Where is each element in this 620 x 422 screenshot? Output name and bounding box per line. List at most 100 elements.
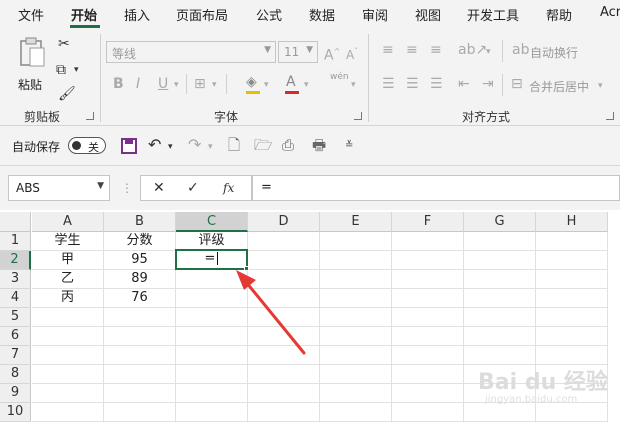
copy-dropdown-icon[interactable]: ▾: [74, 62, 79, 78]
cell-f10[interactable]: [392, 403, 464, 422]
cell-d5[interactable]: [248, 308, 320, 327]
cell-g5[interactable]: [464, 308, 536, 327]
name-box[interactable]: ABS ▼: [8, 175, 110, 201]
bold-button[interactable]: B: [113, 76, 124, 92]
cell-g2[interactable]: [464, 251, 536, 270]
insert-function-icon[interactable]: fx: [223, 180, 234, 196]
undo-icon[interactable]: ↶: [148, 137, 161, 153]
cell-d7[interactable]: [248, 346, 320, 365]
cell-f5[interactable]: [392, 308, 464, 327]
column-header-c[interactable]: C: [176, 212, 248, 232]
cell-a9[interactable]: [32, 384, 104, 403]
customize-qat-icon[interactable]: ≚: [345, 138, 353, 154]
cell-e8[interactable]: [320, 365, 392, 384]
cell-d6[interactable]: [248, 327, 320, 346]
align-right-icon[interactable]: ☰: [430, 76, 443, 92]
row-header-5[interactable]: 5: [0, 308, 31, 327]
column-header-b[interactable]: B: [104, 212, 176, 232]
cell-d4[interactable]: [248, 289, 320, 308]
cell-b9[interactable]: [104, 384, 176, 403]
cell-d3[interactable]: [248, 270, 320, 289]
cell-f9[interactable]: [392, 384, 464, 403]
increase-indent-icon[interactable]: ⇥: [482, 76, 494, 92]
font-size-combo[interactable]: 11 ▼: [278, 41, 318, 63]
cell-a7[interactable]: [32, 346, 104, 365]
cell-f6[interactable]: [392, 327, 464, 346]
cell-a10[interactable]: [32, 403, 104, 422]
cell-a2[interactable]: 甲: [32, 251, 104, 270]
chevron-down-icon[interactable]: ▾: [304, 77, 309, 93]
cell-h7[interactable]: [536, 346, 608, 365]
cell-a4[interactable]: 丙: [32, 289, 104, 308]
underline-button[interactable]: U: [158, 76, 168, 92]
cell-h4[interactable]: [536, 289, 608, 308]
tab-home[interactable]: 开始: [71, 5, 97, 24]
quick-print-icon[interactable]: 🖶: [312, 137, 326, 153]
cell-h5[interactable]: [536, 308, 608, 327]
cell-b1[interactable]: 分数: [104, 232, 176, 251]
cell-e4[interactable]: [320, 289, 392, 308]
clipboard-launcher-icon[interactable]: [86, 112, 94, 120]
merge-center-button[interactable]: 合并后居中: [529, 78, 589, 95]
row-header-9[interactable]: 9: [0, 384, 31, 403]
align-left-icon[interactable]: ☰: [382, 76, 395, 92]
align-center-icon[interactable]: ☰: [406, 76, 419, 92]
align-bottom-icon[interactable]: ≡: [430, 42, 442, 58]
tab-file[interactable]: 文件: [18, 5, 44, 24]
cell-g4[interactable]: [464, 289, 536, 308]
row-header-1[interactable]: 1: [0, 232, 31, 251]
cell-c7[interactable]: [176, 346, 248, 365]
cell-e10[interactable]: [320, 403, 392, 422]
cell-e3[interactable]: [320, 270, 392, 289]
chevron-down-icon[interactable]: ▾: [598, 78, 603, 94]
format-painter-icon[interactable]: 🖌: [58, 86, 76, 102]
cell-b5[interactable]: [104, 308, 176, 327]
active-cell[interactable]: =: [175, 249, 248, 270]
cell-f4[interactable]: [392, 289, 464, 308]
cell-b10[interactable]: [104, 403, 176, 422]
cell-f2[interactable]: [392, 251, 464, 270]
orientation-icon[interactable]: ab↗: [458, 42, 487, 58]
increase-font-icon[interactable]: A^: [324, 44, 340, 64]
cell-g7[interactable]: [464, 346, 536, 365]
enter-icon[interactable]: ✓: [187, 180, 199, 196]
align-middle-icon[interactable]: ≡: [406, 42, 418, 58]
cell-d8[interactable]: [248, 365, 320, 384]
cell-e1[interactable]: [320, 232, 392, 251]
cell-d10[interactable]: [248, 403, 320, 422]
cell-b4[interactable]: 76: [104, 289, 176, 308]
font-name-combo[interactable]: 等线 ▼: [106, 41, 276, 63]
chevron-down-icon[interactable]: ▾: [264, 77, 269, 93]
tab-data[interactable]: 数据: [309, 5, 335, 24]
copy-icon[interactable]: ⧉: [56, 62, 66, 78]
column-header-h[interactable]: H: [536, 212, 608, 232]
row-header-2[interactable]: 2: [0, 251, 31, 270]
tab-formulas[interactable]: 公式: [256, 5, 282, 24]
chevron-down-icon[interactable]: ▾: [208, 139, 213, 155]
italic-button[interactable]: I: [136, 76, 140, 92]
column-header-e[interactable]: E: [320, 212, 392, 232]
new-file-icon[interactable]: 🗋: [228, 137, 240, 153]
cell-e9[interactable]: [320, 384, 392, 403]
column-header-d[interactable]: D: [248, 212, 320, 232]
chevron-down-icon[interactable]: ▾: [351, 77, 356, 93]
row-header-3[interactable]: 3: [0, 270, 31, 289]
cell-h10[interactable]: [536, 403, 608, 422]
font-color-icon[interactable]: A: [286, 74, 296, 90]
select-all-corner[interactable]: [0, 212, 31, 232]
wrap-text-button[interactable]: 自动换行: [530, 44, 578, 61]
cell-h3[interactable]: [536, 270, 608, 289]
phonetic-guide-icon[interactable]: wén: [330, 72, 349, 82]
cell-a1[interactable]: 学生: [32, 232, 104, 251]
fill-handle[interactable]: [244, 266, 249, 271]
chevron-down-icon[interactable]: ▾: [486, 44, 491, 60]
font-launcher-icon[interactable]: [354, 112, 362, 120]
tab-acrobat[interactable]: Acr: [600, 5, 620, 20]
row-header-7[interactable]: 7: [0, 346, 31, 365]
paste-button[interactable]: 粘贴: [12, 36, 52, 100]
cell-h1[interactable]: [536, 232, 608, 251]
cell-c10[interactable]: [176, 403, 248, 422]
cell-f3[interactable]: [392, 270, 464, 289]
print-preview-icon[interactable]: ⎙: [282, 137, 294, 153]
cell-d9[interactable]: [248, 384, 320, 403]
